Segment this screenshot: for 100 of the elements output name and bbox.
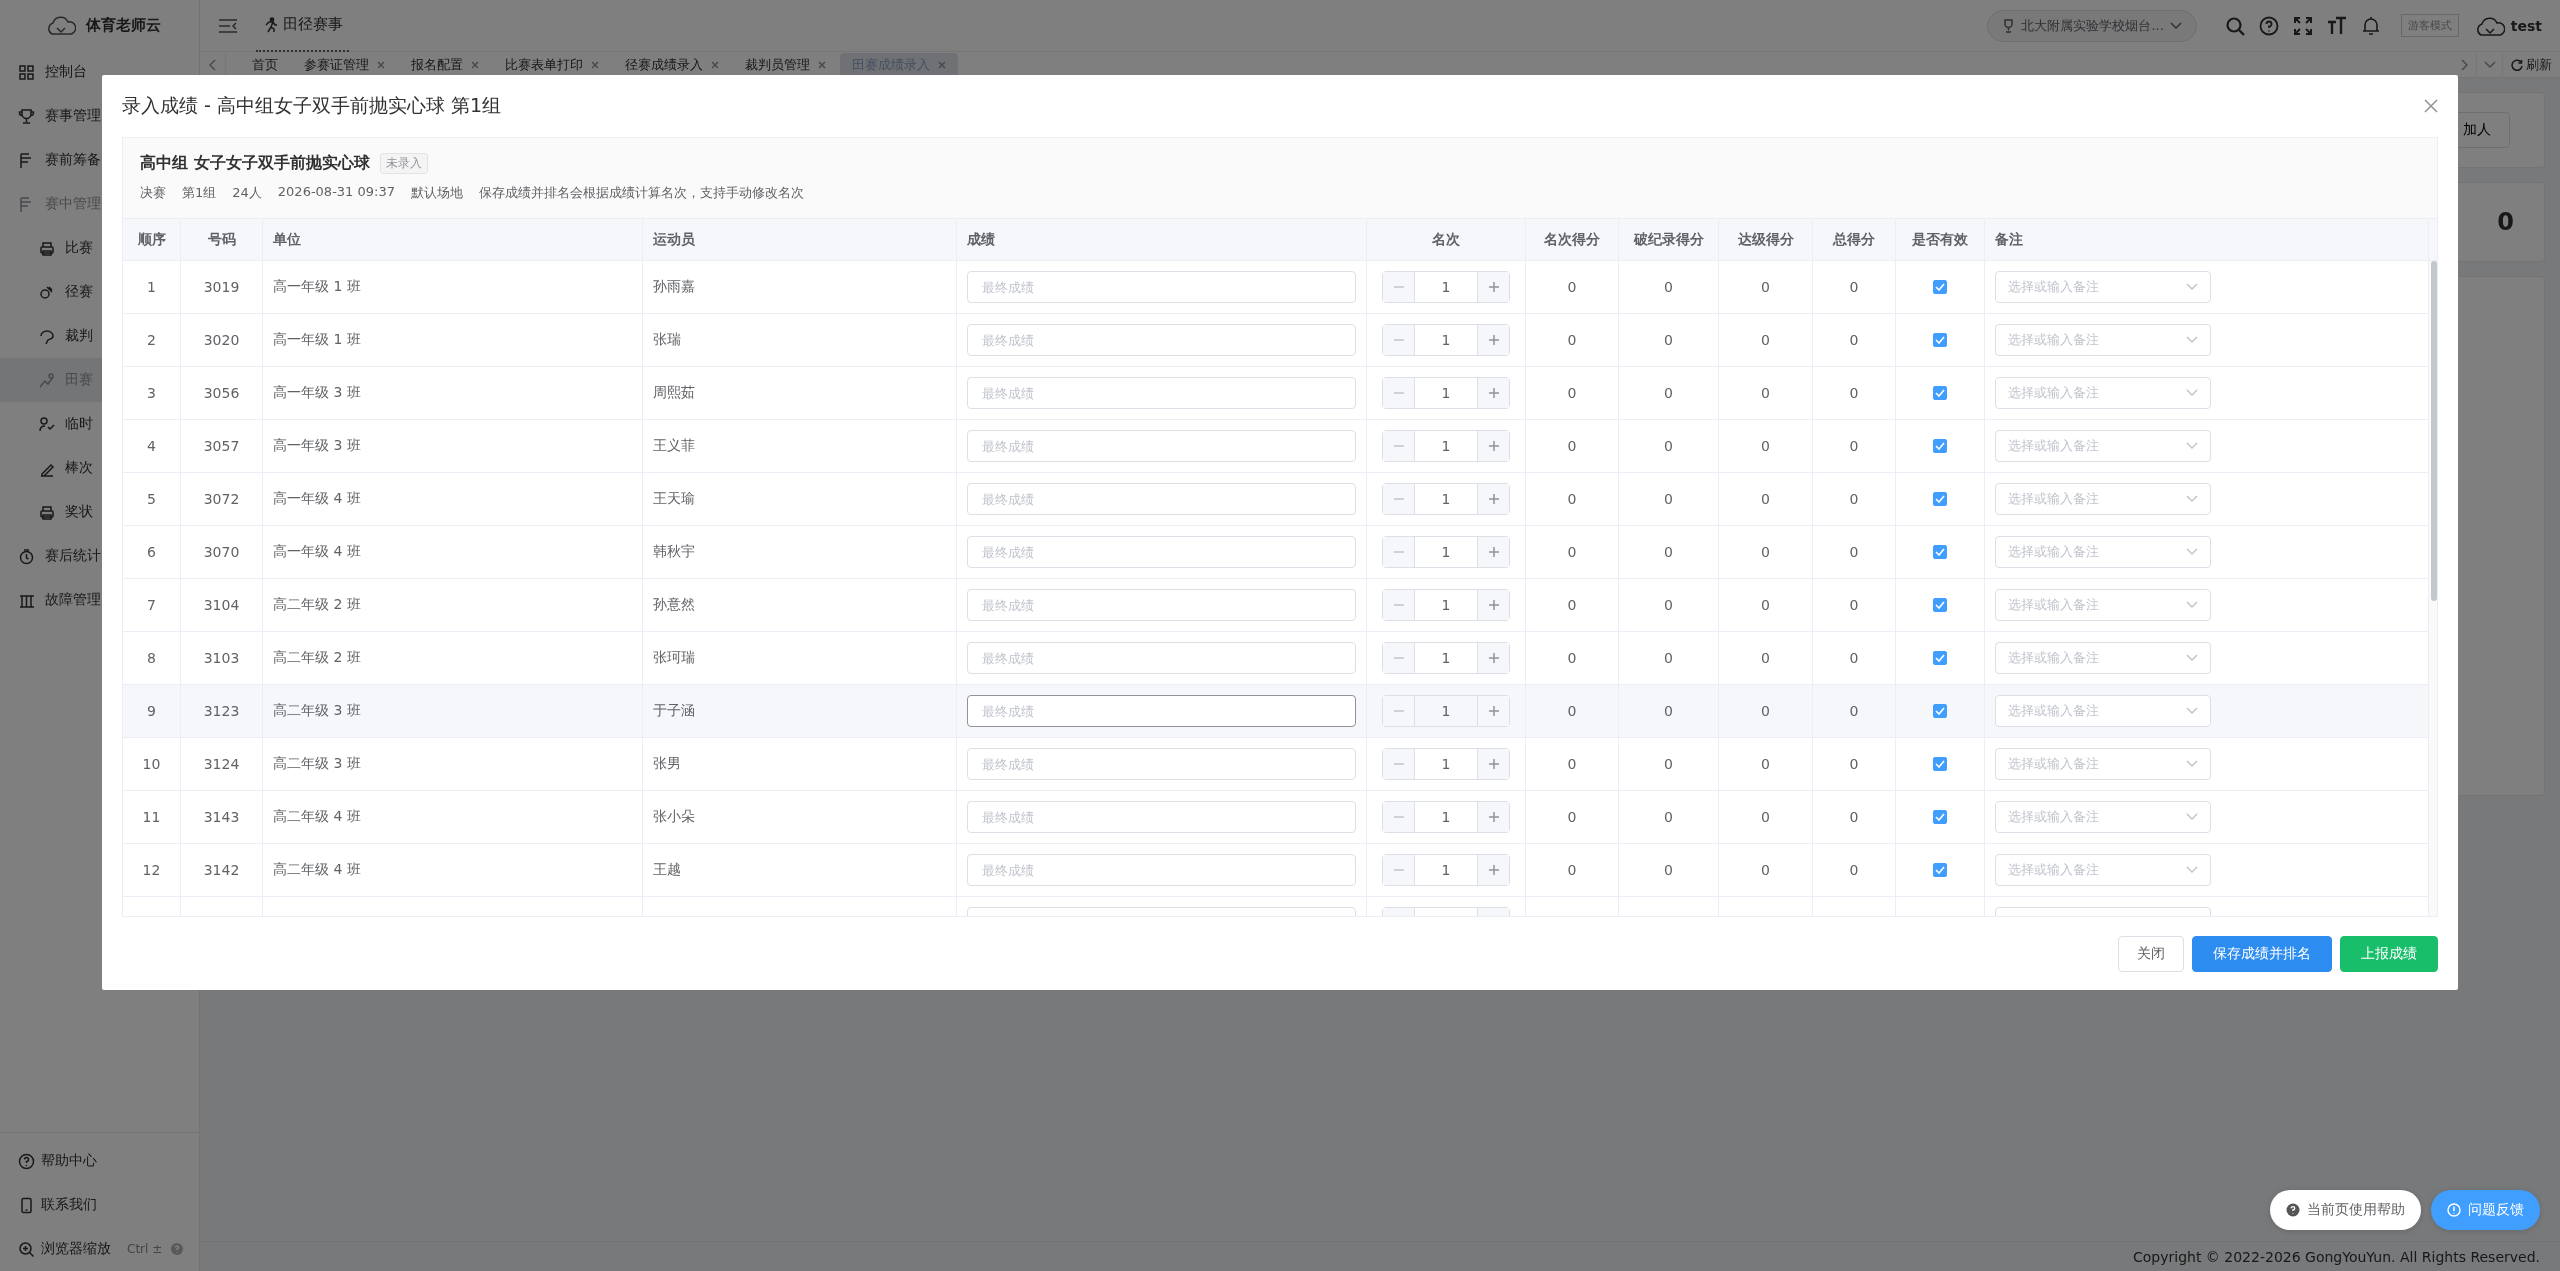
plus-icon — [1488, 441, 1499, 451]
valid-checkbox[interactable] — [1933, 651, 1947, 665]
rank-stepper[interactable]: 1 — [1382, 695, 1510, 727]
sidebar-item[interactable]: 帮助中心 — [0, 1139, 199, 1183]
page-help-button[interactable]: 当前页使用帮助 — [2270, 1190, 2421, 1230]
rank-stepper[interactable]: 1 — [1382, 801, 1510, 833]
event-title: 高中组 女子女子双手前抛实心球 — [140, 152, 370, 174]
table-cell: 张男 — [653, 755, 681, 773]
plus-button[interactable] — [1477, 378, 1509, 408]
user-name[interactable]: test — [2510, 17, 2542, 34]
plus-button[interactable] — [1477, 272, 1509, 302]
minus-button[interactable] — [1383, 696, 1415, 726]
valid-checkbox[interactable] — [1933, 545, 1947, 559]
minus-button[interactable] — [1383, 431, 1415, 461]
plus-button[interactable] — [1477, 802, 1509, 832]
minus-button[interactable] — [1383, 272, 1415, 302]
minus-button[interactable] — [1383, 749, 1415, 779]
table-cell: 0 — [1849, 544, 1859, 560]
table-cell: 0 — [1567, 385, 1577, 401]
rank-stepper[interactable]: 1 — [1382, 642, 1510, 674]
rank-stepper[interactable]: 1 — [1382, 483, 1510, 515]
plus-button[interactable] — [1477, 325, 1509, 355]
table-cell: 3056 — [203, 385, 240, 401]
plus-button[interactable] — [1477, 537, 1509, 567]
refresh-icon — [2511, 58, 2523, 71]
rank-stepper[interactable]: 1 — [1382, 430, 1510, 462]
page-tab[interactable]: 参赛证管理 — [292, 52, 397, 77]
help-icon[interactable] — [2258, 15, 2279, 36]
result-input-field[interactable]: 最终成绩 — [967, 695, 1356, 727]
feedback-button[interactable]: 问题反馈 — [2431, 1190, 2540, 1230]
refresh-button[interactable]: 刷新 — [2503, 52, 2560, 77]
question-icon — [2286, 1203, 2300, 1217]
rank-stepper[interactable]: 1 — [1382, 854, 1510, 886]
plus-button[interactable] — [1477, 855, 1509, 885]
submit-button[interactable]: 上报成绩 — [2340, 935, 2438, 972]
school-select[interactable]: 北大附属实验学校烟台... — [1987, 9, 2197, 42]
valid-checkbox[interactable] — [1933, 492, 1947, 506]
close-icon — [2424, 99, 2438, 113]
plus-button[interactable] — [1477, 484, 1509, 514]
sidebar-item[interactable]: 控制台 — [0, 50, 199, 94]
valid-checkbox[interactable] — [1933, 598, 1947, 612]
sidebar-item[interactable]: 联系我们 — [0, 1183, 199, 1227]
rank-stepper[interactable]: 1 — [1382, 271, 1510, 303]
rank-stepper[interactable]: 1 — [1382, 377, 1510, 409]
sidebar-icon — [18, 547, 35, 565]
page-tab[interactable]: 裁判员管理 — [733, 52, 838, 77]
check-icon — [1935, 495, 1945, 503]
bell-icon[interactable] — [2360, 15, 2381, 36]
valid-checkbox[interactable] — [1933, 333, 1947, 347]
page-tab[interactable]: 首页 — [240, 52, 290, 77]
valid-checkbox[interactable] — [1933, 704, 1947, 718]
page-tab[interactable]: 径赛成绩录入 — [613, 52, 731, 77]
valid-checkbox[interactable] — [1933, 386, 1947, 400]
valid-checkbox[interactable] — [1933, 280, 1947, 294]
table-cell: 0 — [1849, 809, 1859, 825]
plus-button[interactable] — [1477, 749, 1509, 779]
fullscreen-icon[interactable] — [2292, 15, 2313, 36]
minus-button[interactable] — [1383, 590, 1415, 620]
valid-checkbox[interactable] — [1933, 757, 1947, 771]
rank-stepper[interactable]: 1 — [1382, 589, 1510, 621]
table-cell: 王越 — [653, 861, 681, 879]
plus-button[interactable] — [1477, 643, 1509, 673]
page-tab[interactable]: 比赛表单打印 — [493, 52, 611, 77]
column-header: 备注 — [1985, 219, 2429, 260]
sidebar-item[interactable]: 浏览器缩放 Ctrl ± — [0, 1227, 199, 1271]
rank-stepper[interactable]: 1 — [1382, 748, 1510, 780]
table-cell: 0 — [1761, 491, 1770, 507]
minus-button[interactable] — [1383, 484, 1415, 514]
table-cell: 高一年级 4 班 — [273, 543, 361, 561]
sidebar-icon — [38, 327, 55, 345]
close-icon — [591, 60, 599, 69]
valid-checkbox[interactable] — [1933, 439, 1947, 453]
valid-checkbox[interactable] — [1933, 810, 1947, 824]
valid-checkbox[interactable] — [1933, 863, 1947, 877]
caret-icon — [2186, 283, 2198, 291]
minus-button[interactable] — [1383, 325, 1415, 355]
search-icon[interactable] — [2224, 15, 2245, 36]
scrollbar-thumb[interactable] — [2431, 261, 2437, 601]
plus-button[interactable] — [1477, 590, 1509, 620]
plus-icon — [1488, 388, 1499, 398]
minus-button[interactable] — [1383, 537, 1415, 567]
rank-stepper[interactable]: 1 — [1382, 324, 1510, 356]
minus-button[interactable] — [1383, 643, 1415, 673]
page-tab[interactable]: 报名配置 — [399, 52, 491, 77]
check-icon — [1935, 336, 1945, 344]
plus-button[interactable] — [1477, 696, 1509, 726]
minus-button[interactable] — [1383, 378, 1415, 408]
sidebar-icon — [38, 283, 55, 301]
rank-stepper[interactable]: 1 — [1382, 536, 1510, 568]
minus-button[interactable] — [1383, 802, 1415, 832]
close-button[interactable] — [2422, 97, 2440, 115]
plus-button[interactable] — [1477, 431, 1509, 461]
table-cell: 0 — [1567, 862, 1577, 878]
plus-icon — [1488, 547, 1499, 557]
minus-button[interactable] — [1383, 855, 1415, 885]
table-cell: 0 — [1664, 332, 1673, 348]
table-cell: 0 — [1849, 438, 1859, 454]
close-button[interactable]: 关闭 — [2118, 935, 2184, 972]
font-size-icon[interactable] — [2326, 15, 2347, 36]
save-rank-button[interactable]: 保存成绩并排名 — [2192, 935, 2332, 972]
